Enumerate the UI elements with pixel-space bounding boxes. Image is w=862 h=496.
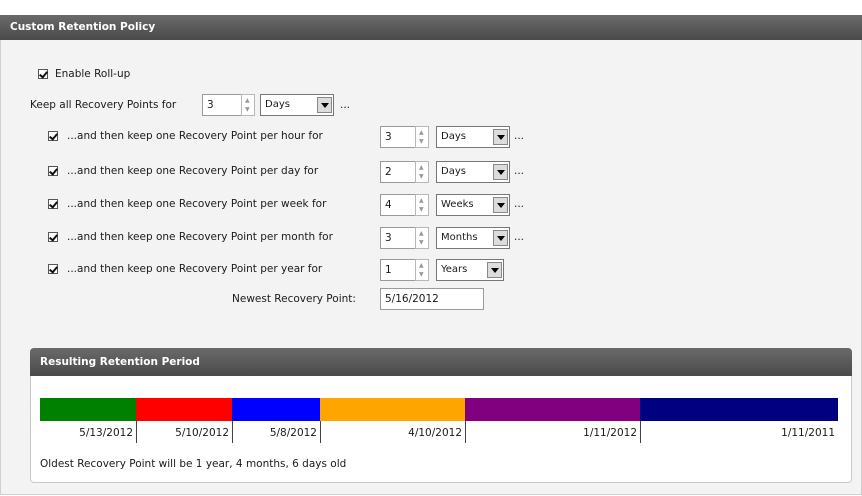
keep-all-unit-select[interactable]: Days	[260, 94, 334, 116]
rule-year-spinner[interactable]: ▲ ▼	[415, 259, 429, 281]
rule-week-value-input[interactable]: 4	[380, 194, 416, 216]
rule-week-unit-value: Weeks	[441, 199, 474, 210]
keep-all-value-input[interactable]: 3	[202, 94, 242, 116]
rule-hour-checkbox[interactable]	[48, 131, 58, 141]
oldest-recovery-text: Oldest Recovery Point will be 1 year, 4 …	[40, 458, 347, 470]
rule-month-label: ...and then keep one Recovery Point per …	[67, 231, 333, 243]
keep-all-spinner[interactable]: ▲ ▼	[241, 94, 255, 116]
segment-day	[136, 398, 232, 421]
rule-month-unit-value: Months	[441, 232, 478, 243]
chevron-down-icon	[493, 197, 508, 213]
chevron-down-icon	[493, 164, 508, 180]
chevron-down-icon	[493, 129, 508, 145]
rule-week-spinner[interactable]: ▲ ▼	[415, 194, 429, 216]
date-label-1: 5/13/2012	[79, 427, 133, 439]
keep-all-suffix: ...	[340, 99, 351, 111]
timeline-tick	[232, 421, 233, 443]
rule-year-value-input[interactable]: 1	[380, 259, 416, 281]
rule-day-unit-value: Days	[441, 166, 466, 177]
rule-day-suffix: ...	[514, 165, 525, 177]
keep-all-label: Keep all Recovery Points for	[30, 99, 177, 111]
date-label-3: 5/8/2012	[269, 427, 317, 439]
rule-month-unit-select[interactable]: Months	[436, 227, 510, 249]
rule-hour-value-input[interactable]: 3	[380, 126, 416, 148]
rule-month-value-input[interactable]: 3	[380, 227, 416, 249]
segment-week	[232, 398, 320, 421]
rule-month-checkbox[interactable]	[48, 232, 58, 242]
rule-week-label: ...and then keep one Recovery Point per …	[67, 198, 327, 210]
segment-hour	[40, 398, 136, 421]
rule-week-unit-select[interactable]: Weeks	[436, 194, 510, 216]
timeline-tick	[465, 421, 466, 443]
rule-year-checkbox[interactable]	[48, 264, 58, 274]
rule-hour-suffix: ...	[514, 130, 525, 142]
rule-month-spinner[interactable]: ▲ ▼	[415, 227, 429, 249]
segment-month	[320, 398, 465, 421]
panel-title: Custom Retention Policy	[0, 15, 862, 40]
rule-hour-label: ...and then keep one Recovery Point per …	[67, 130, 323, 142]
rule-day-value-input[interactable]: 2	[380, 161, 416, 183]
newest-recovery-label: Newest Recovery Point:	[232, 293, 356, 305]
chevron-down-icon	[487, 262, 502, 278]
rule-week-checkbox[interactable]	[48, 199, 58, 209]
newest-recovery-input[interactable]: 5/16/2012	[380, 288, 484, 310]
enable-rollup-label: Enable Roll-up	[55, 68, 131, 80]
rule-day-checkbox[interactable]	[48, 166, 58, 176]
rule-hour-unit-select[interactable]: Days	[436, 126, 510, 148]
rule-hour-unit-value: Days	[441, 131, 466, 142]
rule-hour-spinner[interactable]: ▲ ▼	[415, 126, 429, 148]
timeline-tick	[136, 421, 137, 443]
timeline-tick	[640, 421, 641, 443]
rule-day-unit-select[interactable]: Days	[436, 161, 510, 183]
keep-all-unit-value: Days	[265, 99, 290, 110]
enable-rollup-checkbox[interactable]	[38, 69, 48, 79]
rule-year-unit-value: Years	[441, 264, 468, 275]
rule-year-unit-select[interactable]: Years	[436, 259, 504, 281]
rule-month-suffix: ...	[514, 231, 525, 243]
timeline-tick	[320, 421, 321, 443]
rule-day-label: ...and then keep one Recovery Point per …	[67, 165, 319, 177]
date-label-2: 5/10/2012	[175, 427, 229, 439]
segment-oldest	[640, 398, 838, 421]
chevron-down-icon	[493, 230, 508, 246]
date-label-6: 1/11/2011	[781, 427, 835, 439]
resulting-retention-title: Resulting Retention Period	[30, 348, 852, 376]
top-strip	[0, 0, 862, 15]
chevron-down-icon	[317, 97, 332, 113]
date-label-4: 4/10/2012	[408, 427, 462, 439]
date-label-5: 1/11/2012	[583, 427, 637, 439]
segment-year	[465, 398, 640, 421]
rule-day-spinner[interactable]: ▲ ▼	[415, 161, 429, 183]
rule-year-label: ...and then keep one Recovery Point per …	[67, 263, 323, 275]
rule-week-suffix: ...	[514, 198, 525, 210]
